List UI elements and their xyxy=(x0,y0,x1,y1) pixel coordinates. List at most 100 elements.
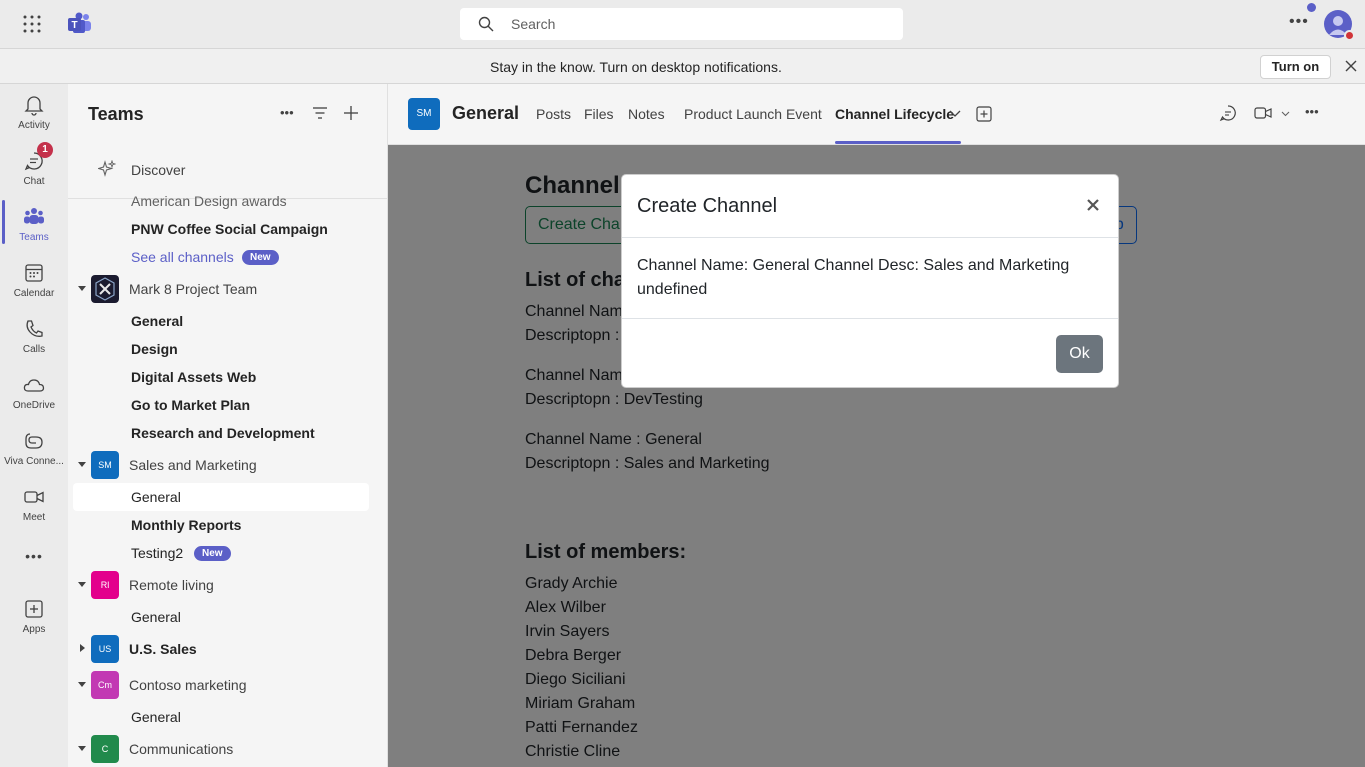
rail-item-onedrive[interactable]: OneDrive xyxy=(0,374,68,411)
ok-button[interactable]: Ok xyxy=(1056,335,1103,373)
rail-item-chat[interactable]: 1 Chat xyxy=(0,142,68,187)
rail-more-button[interactable]: ••• xyxy=(0,548,68,564)
team-avatar: Rl xyxy=(91,571,119,599)
channel-label: Monthly Reports xyxy=(131,517,242,533)
rail-item-viva[interactable]: Viva Conne... xyxy=(0,430,68,467)
teams-pane: Teams ••• Discover American Design award… xyxy=(68,84,388,767)
channel-item[interactable]: Digital Assets Web xyxy=(68,363,387,391)
add-app-icon xyxy=(25,600,43,618)
search-icon xyxy=(478,16,494,32)
channel-label: General xyxy=(131,609,181,625)
channel-label: PNW Coffee Social Campaign xyxy=(131,221,328,237)
channel-item-selected[interactable]: General xyxy=(73,483,369,511)
team-avatar: Cm xyxy=(91,671,119,699)
dialog-title: Create Channel xyxy=(637,195,778,217)
team-avatar: SM xyxy=(91,451,119,479)
turn-on-button[interactable]: Turn on xyxy=(1260,55,1331,79)
team-item-sales-and-marketing[interactable]: SM Sales and Marketing xyxy=(68,449,387,481)
rail-label: OneDrive xyxy=(12,400,56,411)
rail-item-apps[interactable]: Apps xyxy=(0,598,68,635)
app-launcher-icon[interactable] xyxy=(22,14,42,34)
channel-item[interactable]: General xyxy=(68,307,387,335)
channel-avatar: SM xyxy=(408,98,440,130)
rail-item-calls[interactable]: Calls xyxy=(0,318,68,355)
team-item-remote-living[interactable]: Rl Remote living xyxy=(68,569,387,601)
add-tab-icon[interactable] xyxy=(976,106,992,122)
video-icon xyxy=(24,491,44,503)
more-options-icon[interactable]: ••• xyxy=(280,104,294,122)
chevron-down-icon[interactable] xyxy=(78,680,86,688)
tab-channel-lifecycle[interactable]: Channel Lifecycle xyxy=(835,106,954,122)
chevron-down-icon[interactable] xyxy=(78,284,86,292)
rail-item-teams[interactable]: Teams xyxy=(0,206,68,243)
notification-banner: Stay in the know. Turn on desktop notifi… xyxy=(0,48,1365,84)
add-icon[interactable] xyxy=(343,105,359,121)
channel-item[interactable]: General xyxy=(68,603,387,631)
chevron-down-icon[interactable] xyxy=(1281,111,1290,117)
tab-product-launch-event[interactable]: Product Launch Event xyxy=(684,106,822,122)
filter-icon[interactable] xyxy=(312,106,328,120)
channel-item[interactable]: Go to Market Plan xyxy=(68,391,387,419)
channel-label: Digital Assets Web xyxy=(131,369,257,385)
team-item-communications[interactable]: C Communications xyxy=(68,733,387,765)
channel-item[interactable]: General xyxy=(68,703,387,731)
video-call-icon[interactable] xyxy=(1254,106,1272,120)
channel-item[interactable]: PNW Coffee Social Campaign xyxy=(68,215,387,243)
close-icon[interactable] xyxy=(1085,197,1101,213)
team-item-contoso-marketing[interactable]: Cm Contoso marketing xyxy=(68,669,387,701)
rail-label: Chat xyxy=(23,176,45,187)
dialog-header: Create Channel xyxy=(622,175,1118,238)
channel-item[interactable]: Design xyxy=(68,335,387,363)
team-label: Remote living xyxy=(129,577,214,593)
channel-item[interactable]: American Design awards xyxy=(131,193,287,209)
chevron-down-icon[interactable] xyxy=(78,460,86,468)
avatar[interactable] xyxy=(1307,3,1355,41)
rail-label: Viva Conne... xyxy=(4,456,64,467)
team-label: Communications xyxy=(129,741,234,757)
tab-posts[interactable]: Posts xyxy=(536,106,571,122)
new-badge: New xyxy=(242,250,279,265)
tools-icon xyxy=(95,277,115,301)
tab-notes[interactable]: Notes xyxy=(628,106,665,122)
active-tab-indicator xyxy=(835,141,961,144)
more-options-icon[interactable]: ••• xyxy=(1289,13,1309,31)
team-label: U.S. Sales xyxy=(129,641,197,657)
chat-badge: 1 xyxy=(37,142,53,158)
chevron-down-icon[interactable] xyxy=(78,744,86,752)
pane-title: Teams xyxy=(88,104,144,124)
close-icon[interactable] xyxy=(1343,58,1359,74)
rail-label: Activity xyxy=(18,120,50,131)
chevron-down-icon[interactable] xyxy=(78,580,86,588)
discover-label: Discover xyxy=(131,162,186,178)
channel-item[interactable]: Monthly Reports xyxy=(68,511,387,539)
more-options-icon[interactable]: ••• xyxy=(1305,104,1319,119)
channel-label: Go to Market Plan xyxy=(131,397,251,413)
channel-title: General xyxy=(452,103,520,123)
team-item-us-sales[interactable]: US U.S. Sales xyxy=(68,633,387,665)
team-avatar: US xyxy=(91,635,119,663)
calendar-icon xyxy=(25,264,43,282)
conversation-icon[interactable] xyxy=(1219,104,1237,122)
channel-label: Testing2 xyxy=(131,545,184,561)
dialog-message: Channel Name: General Channel Desc: Sale… xyxy=(637,257,1070,298)
rail-label: Calendar xyxy=(13,288,55,299)
channel-item[interactable]: Research and Development xyxy=(68,419,387,447)
team-item-mark8[interactable]: Mark 8 Project Team xyxy=(68,273,387,305)
teams-icon xyxy=(24,208,44,224)
cloud-icon xyxy=(23,379,45,392)
team-label: Mark 8 Project Team xyxy=(129,281,258,297)
chevron-down-icon[interactable] xyxy=(949,110,961,118)
search-box[interactable]: Search xyxy=(460,8,903,40)
see-all-channels-link[interactable]: See all channels New xyxy=(68,243,387,271)
channel-item[interactable]: Testing2 New xyxy=(68,539,387,567)
rail-label: Apps xyxy=(22,624,46,635)
chevron-right-icon[interactable] xyxy=(78,644,86,652)
more-icon: ••• xyxy=(25,548,43,564)
tab-files[interactable]: Files xyxy=(584,106,614,122)
sparkle-icon xyxy=(98,160,116,177)
rail-item-calendar[interactable]: Calendar xyxy=(0,262,68,299)
rail-item-meet[interactable]: Meet xyxy=(0,486,68,523)
bell-icon xyxy=(24,96,44,116)
rail-item-activity[interactable]: Activity xyxy=(0,94,68,131)
teams-logo-icon: T xyxy=(68,12,91,33)
